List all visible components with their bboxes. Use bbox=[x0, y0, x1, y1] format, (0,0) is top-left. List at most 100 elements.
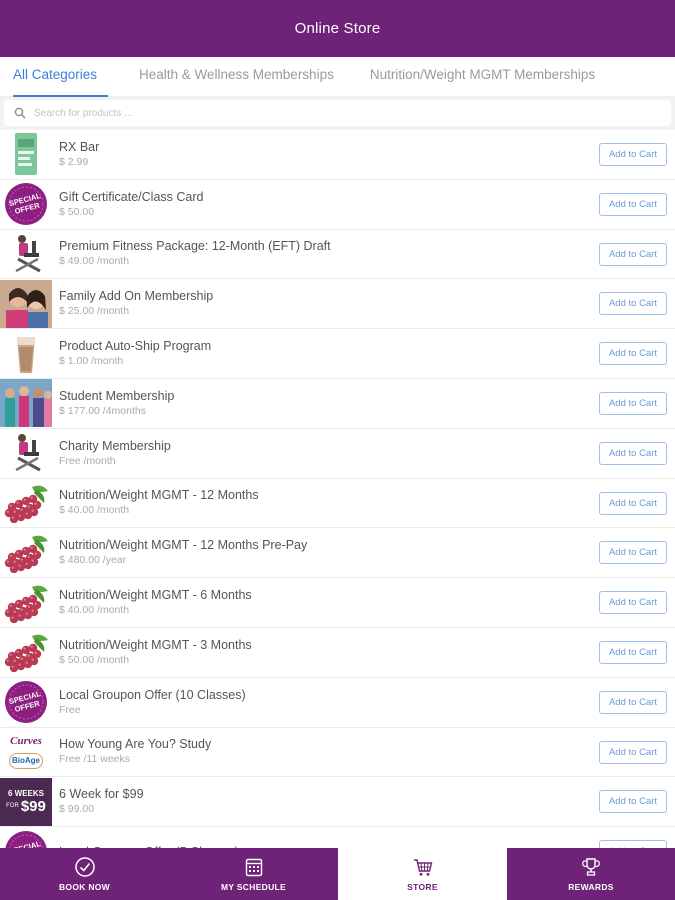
product-price: $ 177.00 /4months bbox=[59, 404, 146, 417]
six-weeks-banner: 6 WEEKS FOR $99 bbox=[0, 777, 52, 826]
product-row[interactable]: RX Bar $ 2.99 Add to Cart bbox=[0, 130, 675, 180]
students-photo bbox=[0, 379, 52, 428]
category-tabs: All Categories Health & Wellness Members… bbox=[0, 57, 675, 97]
add-to-cart-button[interactable]: Add to Cart bbox=[599, 342, 667, 366]
search-input[interactable] bbox=[34, 107, 634, 119]
fitness-chair-image bbox=[0, 230, 52, 278]
add-to-cart-button[interactable]: Add to Cart bbox=[599, 690, 667, 714]
product-row[interactable]: Premium Fitness Package: 12-Month (EFT) … bbox=[0, 230, 675, 280]
product-info: 6 Week for $99 $ 99.00 bbox=[59, 786, 675, 817]
add-to-cart-button[interactable]: Add to Cart bbox=[599, 143, 667, 166]
product-row[interactable]: Family Add On Membership $ 25.00 /month Ad… bbox=[0, 279, 675, 330]
page-title: Online Store bbox=[294, 20, 381, 37]
nav-rewards[interactable]: REWARDS bbox=[507, 848, 675, 900]
add-to-cart-button[interactable]: Add to Cart bbox=[599, 242, 667, 266]
product-price: $ 50.00 /month bbox=[59, 653, 130, 666]
rx-bar-image bbox=[0, 130, 52, 178]
product-price: Free bbox=[59, 703, 81, 716]
add-to-cart-button[interactable]: Add to Cart bbox=[599, 740, 667, 764]
shake-cup-image bbox=[0, 330, 52, 378]
product-row[interactable]: Nutrition/Weight MGMT - 3 Months $ 50.00 … bbox=[0, 628, 675, 678]
add-to-cart-button[interactable]: Add to Cart bbox=[599, 292, 667, 316]
product-row[interactable]: SPECIALOFFERLocal Groupon Offer (5 Class… bbox=[0, 827, 675, 848]
product-price: $ 1.00 /month bbox=[59, 355, 124, 368]
check-circle-icon bbox=[74, 857, 95, 877]
grapes-image bbox=[0, 628, 52, 676]
add-to-cart-button[interactable]: Add to Cart bbox=[599, 192, 667, 216]
nav-book-now[interactable]: BOOK NOW bbox=[0, 848, 169, 900]
product-name: Premium Fitness Package: 12-Month (EFT) … bbox=[59, 239, 331, 254]
product-info: Nutrition/Weight MGMT - 6 Months $ 40.00 … bbox=[59, 587, 675, 618]
product-info: RX Bar $ 2.99 bbox=[59, 139, 675, 170]
product-row[interactable]: Nutrition/Weight MGMT - 12 Months Pre-Pa… bbox=[0, 528, 675, 579]
tab-health-wellness[interactable]: Health & Wellness Memberships bbox=[139, 57, 334, 97]
product-price: $ 2.99 bbox=[59, 155, 89, 168]
product-name: Local Groupon Offer (10 Classes) bbox=[59, 687, 246, 702]
special-offer-badge: SPECIALOFFER bbox=[0, 678, 52, 726]
product-row[interactable]: 6 WEEKS FOR $99 6 Week for $99 $ 99.00 Add to… bbox=[0, 777, 675, 828]
product-price: $ 480.00 /year bbox=[59, 554, 127, 567]
shopping-cart-icon bbox=[413, 859, 432, 876]
nav-my-schedule[interactable]: MY SCHEDULE bbox=[169, 848, 338, 900]
product-price: $ 50.00 bbox=[59, 205, 95, 218]
add-to-cart-button[interactable]: Add to Cart bbox=[599, 790, 667, 814]
product-price: $ 25.00 /month bbox=[59, 305, 130, 318]
product-name: Nutrition/Weight MGMT - 12 Months bbox=[59, 488, 259, 503]
app-header: Online Store bbox=[0, 0, 675, 57]
nav-store[interactable]: STORE bbox=[338, 848, 507, 900]
product-row[interactable]: Nutrition/Weight MGMT - 6 Months $ 40.00 … bbox=[0, 578, 675, 628]
add-to-cart-button[interactable]: Add to Cart bbox=[599, 391, 667, 415]
search-icon bbox=[14, 107, 26, 119]
add-to-cart-button[interactable]: Add to Cart bbox=[599, 491, 667, 515]
product-info: Nutrition/Weight MGMT - 3 Months $ 50.00 … bbox=[59, 637, 675, 668]
product-name: Student Membership bbox=[59, 388, 175, 403]
product-row[interactable]: Product Auto-Ship Program $ 1.00 /month Ad… bbox=[0, 329, 675, 379]
bottom-navigation: BOOK NOW MY SCHEDULE STORE REWARDS bbox=[0, 848, 675, 900]
product-name: Charity Membership bbox=[59, 438, 171, 453]
tab-nutrition-weight[interactable]: Nutrition/Weight MGMT Memberships bbox=[370, 57, 595, 97]
search-box[interactable] bbox=[4, 100, 671, 126]
family-photo bbox=[0, 279, 52, 328]
product-name: Nutrition/Weight MGMT - 3 Months bbox=[59, 637, 252, 652]
product-name: RX Bar bbox=[59, 139, 100, 154]
trophy-icon bbox=[582, 858, 600, 876]
product-price: Free /11 weeks bbox=[59, 753, 131, 766]
add-to-cart-button[interactable]: Add to Cart bbox=[599, 441, 667, 465]
fitness-chair-image bbox=[0, 429, 52, 477]
product-name: Gift Certificate/Class Card bbox=[59, 189, 204, 204]
product-name: Nutrition/Weight MGMT - 12 Months Pre-Pa… bbox=[59, 538, 308, 553]
add-to-cart-button[interactable]: Add to Cart bbox=[599, 640, 667, 664]
product-info: Gift Certificate/Class Card $ 50.00 bbox=[59, 189, 675, 220]
product-price: $ 40.00 /month bbox=[59, 604, 130, 617]
nav-label-my-schedule: MY SCHEDULE bbox=[220, 882, 286, 892]
product-row[interactable]: Curves BioAge How Young Are You? Study Free… bbox=[0, 728, 675, 778]
product-price: Free /month bbox=[59, 454, 116, 467]
nav-label-book-now: BOOK NOW bbox=[58, 882, 111, 892]
special-offer-badge: SPECIALOFFER bbox=[0, 828, 52, 848]
product-name: Nutrition/Weight MGMT - 6 Months bbox=[59, 588, 252, 603]
product-list: RX Bar $ 2.99 Add to Cart SPECIAL OFFER Gift … bbox=[0, 130, 675, 848]
product-info: Nutrition/Weight MGMT - 12 Months Pre-Pa… bbox=[59, 537, 675, 568]
product-name: How Young Are You? Study bbox=[59, 737, 212, 752]
grapes-image bbox=[0, 479, 52, 527]
product-price: $ 99.00 bbox=[59, 803, 95, 816]
tab-all-categories[interactable]: All Categories bbox=[13, 57, 108, 97]
grapes-image bbox=[0, 529, 52, 577]
search-bar bbox=[0, 97, 675, 130]
add-to-cart-button[interactable]: Add to Cart bbox=[599, 840, 667, 848]
bioage-logo: Curves BioAge bbox=[0, 728, 52, 776]
product-row[interactable]: Student Membership $ 177.00 /4months Add t… bbox=[0, 379, 675, 429]
calendar-icon bbox=[245, 858, 262, 877]
bioage-top-text: Curves bbox=[10, 734, 42, 747]
product-row[interactable]: Nutrition/Weight MGMT - 12 Months $ 40.00… bbox=[0, 479, 675, 529]
product-row[interactable]: Charity Membership Free /month Add to Cart bbox=[0, 429, 675, 479]
nav-label-rewards: REWARDS bbox=[568, 882, 614, 892]
product-row[interactable]: SPECIAL OFFER Gift Certificate/Class Card $… bbox=[0, 180, 675, 230]
product-info: Local Groupon Offer (10 Classes) Free bbox=[59, 687, 675, 718]
add-to-cart-button[interactable]: Add to Cart bbox=[599, 591, 667, 615]
product-name: Family Add On Membership bbox=[59, 289, 214, 304]
product-name: Product Auto-Ship Program bbox=[59, 339, 212, 354]
product-row[interactable]: SPECIAL OFFER Local Groupon Offer (10 Clas… bbox=[0, 678, 675, 728]
add-to-cart-button[interactable]: Add to Cart bbox=[599, 541, 667, 565]
product-info: Student Membership $ 177.00 /4months bbox=[59, 388, 675, 419]
